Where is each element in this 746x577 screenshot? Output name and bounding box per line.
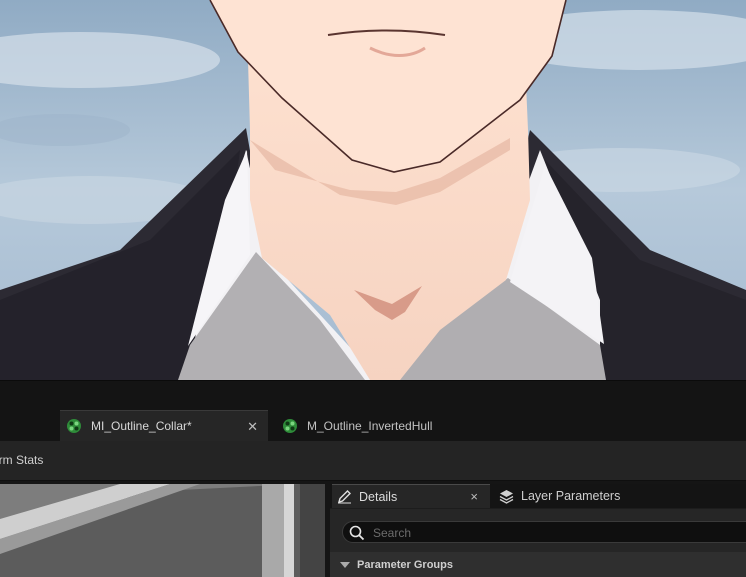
pencil-icon <box>337 490 351 504</box>
editor-toolbar: orm Stats <box>0 441 746 481</box>
tab-label: Details <box>359 489 398 504</box>
details-panel: Details × Layer Parameters Parameter Gro… <box>330 484 746 577</box>
search-box[interactable] <box>342 521 746 543</box>
close-tab-icon[interactable]: ✕ <box>247 419 258 435</box>
tab-label: MI_Outline_Collar* <box>91 419 192 433</box>
tab-m-outline-invertedhull[interactable]: M_Outline_InvertedHull <box>276 410 476 441</box>
details-body: Parameter Groups <box>330 509 746 577</box>
section-label: Parameter Groups <box>357 558 453 571</box>
tab-label: Layer Parameters <box>521 489 621 503</box>
search-icon <box>349 525 365 541</box>
character-render <box>0 0 746 380</box>
platform-stats-button[interactable]: orm Stats <box>0 453 43 467</box>
details-panel-tab-bar: Details × Layer Parameters <box>330 484 746 508</box>
layers-icon <box>499 489 514 504</box>
triangle-down-icon <box>340 561 350 568</box>
window-title-strip <box>0 380 746 411</box>
search-input[interactable] <box>371 524 735 542</box>
tab-layer-parameters[interactable]: Layer Parameters <box>494 484 694 508</box>
tab-label: M_Outline_InvertedHull <box>307 418 433 433</box>
document-tab-bar: MI_Outline_Collar* ✕ M_Outline_InvertedH… <box>0 410 746 441</box>
tab-mi-outline-collar[interactable]: MI_Outline_Collar* ✕ <box>60 410 268 441</box>
tab-details[interactable]: Details × <box>332 484 490 508</box>
material-instance-icon <box>67 419 81 433</box>
parameter-groups-header[interactable]: Parameter Groups <box>330 552 746 577</box>
material-preview-viewport[interactable] <box>0 0 746 380</box>
preview-viewport[interactable] <box>0 484 325 577</box>
preview-render <box>0 484 325 577</box>
close-tab-icon[interactable]: × <box>470 489 478 504</box>
material-icon <box>283 418 297 433</box>
